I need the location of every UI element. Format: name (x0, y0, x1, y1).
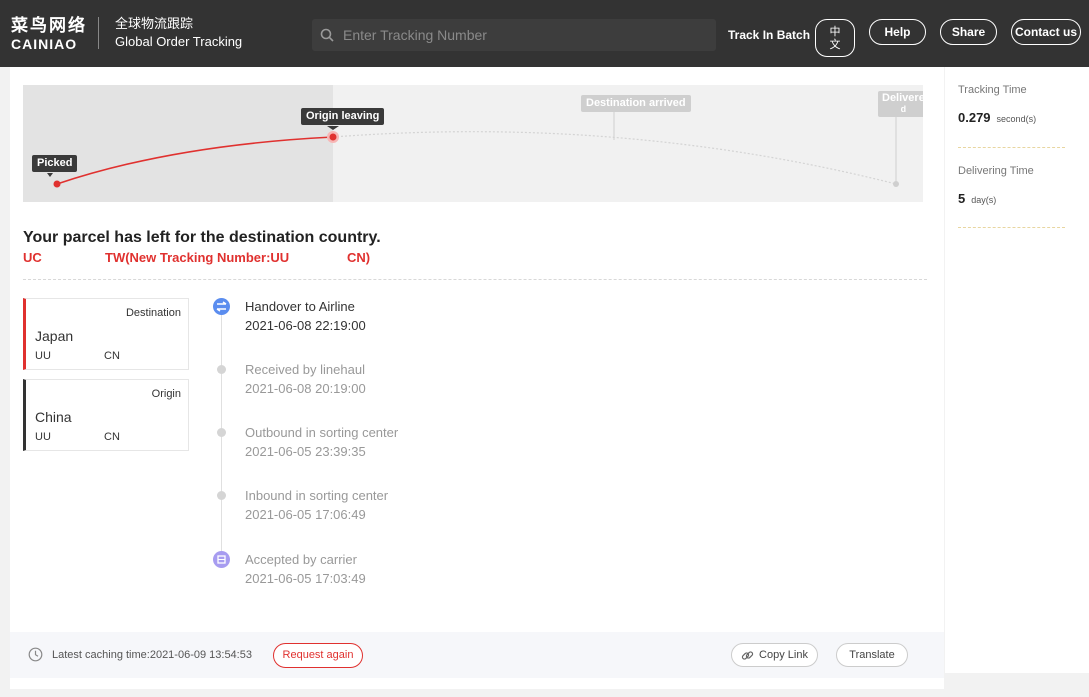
origin-code-left: UU (35, 431, 51, 443)
translate-button[interactable]: Translate (836, 643, 908, 667)
route-progress-arc (56, 136, 334, 185)
destination-country: Japan (35, 328, 74, 344)
search-icon (320, 28, 334, 42)
stage-delivered-tag: Delivere d (878, 91, 923, 117)
delivering-time-value-row: 5 day(s) (958, 191, 996, 206)
parcel-icon (213, 551, 230, 568)
logo-divider (98, 17, 99, 49)
delivering-time-label: Delivering Time (958, 165, 1034, 177)
section-divider (23, 279, 927, 280)
tracking-time-value: 0.279 (958, 110, 991, 125)
copy-link-button[interactable]: Copy Link (731, 643, 818, 667)
track-in-batch-link[interactable]: Track In Batch (728, 28, 810, 42)
delivering-time-value: 5 (958, 191, 966, 206)
stage-origin-leaving-tag: Origin leaving (301, 108, 385, 125)
copy-link-label: Copy Link (759, 649, 808, 661)
stage-destination-arrived-tag: Destination arrived (581, 95, 691, 112)
site-title: 全球物流跟踪 Global Order Tracking (115, 17, 242, 50)
share-button[interactable]: Share (940, 19, 997, 45)
cache-info: Latest caching time:2021-06-09 13:54:53 (28, 647, 252, 662)
event-time: 2021-06-05 17:03:49 (245, 571, 366, 586)
site-title-cn: 全球物流跟踪 (115, 17, 194, 32)
link-icon (741, 650, 754, 660)
event-title: Outbound in sorting center (245, 425, 399, 440)
lang-line-1: 中 (829, 25, 841, 38)
logo-en-text: CAINIAO (11, 36, 78, 52)
stats-divider (958, 147, 1065, 148)
destination-code-right: CN (104, 350, 120, 362)
tracking-number-part-3: CN) (347, 250, 371, 265)
progress-route-graphic (47, 107, 899, 188)
status-headline: Your parcel has left for the destination… (23, 229, 381, 246)
delivered-node (893, 181, 899, 187)
event-title: Handover to Airline (245, 299, 355, 314)
tracking-time-unit: second(s) (996, 114, 1037, 124)
tracking-time-label: Tracking Time (958, 84, 1027, 96)
origin-card: Origin China UU CN (23, 379, 189, 451)
destination-code-left: UU (35, 350, 51, 362)
language-toggle-button[interactable]: 中 文 (815, 19, 855, 57)
picked-tag-pointer (47, 173, 53, 177)
picked-node (53, 180, 61, 188)
event-title: Accepted by carrier (245, 552, 357, 567)
cainiao-logo[interactable]: 菜鸟网络 CAINIAO (11, 17, 87, 52)
progress-map: Picked Origin leaving Destination arrive… (23, 85, 923, 202)
tracking-time-value-row: 0.279 second(s) (958, 110, 1036, 125)
tracking-number-part-2: TW(New Tracking Number:UU (105, 250, 290, 265)
origin-tag-pointer (327, 126, 339, 130)
help-button[interactable]: Help (869, 19, 926, 45)
event-time: 2021-06-05 17:06:49 (245, 507, 366, 522)
timeline-dot (217, 428, 226, 437)
tracking-number-input[interactable] (343, 27, 703, 43)
event-time: 2021-06-05 23:39:35 (245, 444, 366, 459)
timeline-dot (217, 365, 226, 374)
event-time: 2021-06-08 22:19:00 (245, 318, 366, 333)
search-box[interactable] (312, 19, 716, 51)
stage-delivered-text: Delivere (882, 92, 923, 104)
stats-panel (945, 67, 1089, 673)
tracking-number-part-1: UC (23, 250, 42, 265)
cache-time-text: Latest caching time:2021-06-09 13:54:53 (52, 648, 252, 661)
event-time: 2021-06-08 20:19:00 (245, 381, 366, 396)
stage-picked-tag: Picked (32, 155, 78, 172)
contact-us-button[interactable]: Contact us (1011, 19, 1081, 45)
origin-country: China (35, 409, 72, 425)
event-title: Received by linehaul (245, 362, 365, 377)
airplane-icon (213, 298, 230, 315)
lang-line-2: 文 (829, 38, 841, 51)
destination-card: Destination Japan UU CN (23, 298, 189, 370)
top-header: 菜鸟网络 CAINIAO 全球物流跟踪 Global Order Trackin… (0, 0, 1089, 67)
timeline-dot (217, 491, 226, 500)
site-title-en: Global Order Tracking (115, 34, 243, 49)
timeline-track (221, 314, 222, 560)
stage-delivered-wrap: d (900, 104, 907, 114)
clock-icon (28, 647, 43, 662)
event-title: Inbound in sorting center (245, 488, 389, 503)
logo-cn-text: 菜鸟网络 (11, 16, 87, 36)
current-node (329, 133, 337, 141)
request-again-button[interactable]: Request again (273, 643, 363, 668)
destination-role: Destination (125, 307, 181, 319)
origin-role: Origin (151, 388, 181, 400)
delivering-time-unit: day(s) (971, 195, 997, 205)
origin-code-right: CN (104, 431, 120, 443)
stats-divider (958, 227, 1065, 228)
